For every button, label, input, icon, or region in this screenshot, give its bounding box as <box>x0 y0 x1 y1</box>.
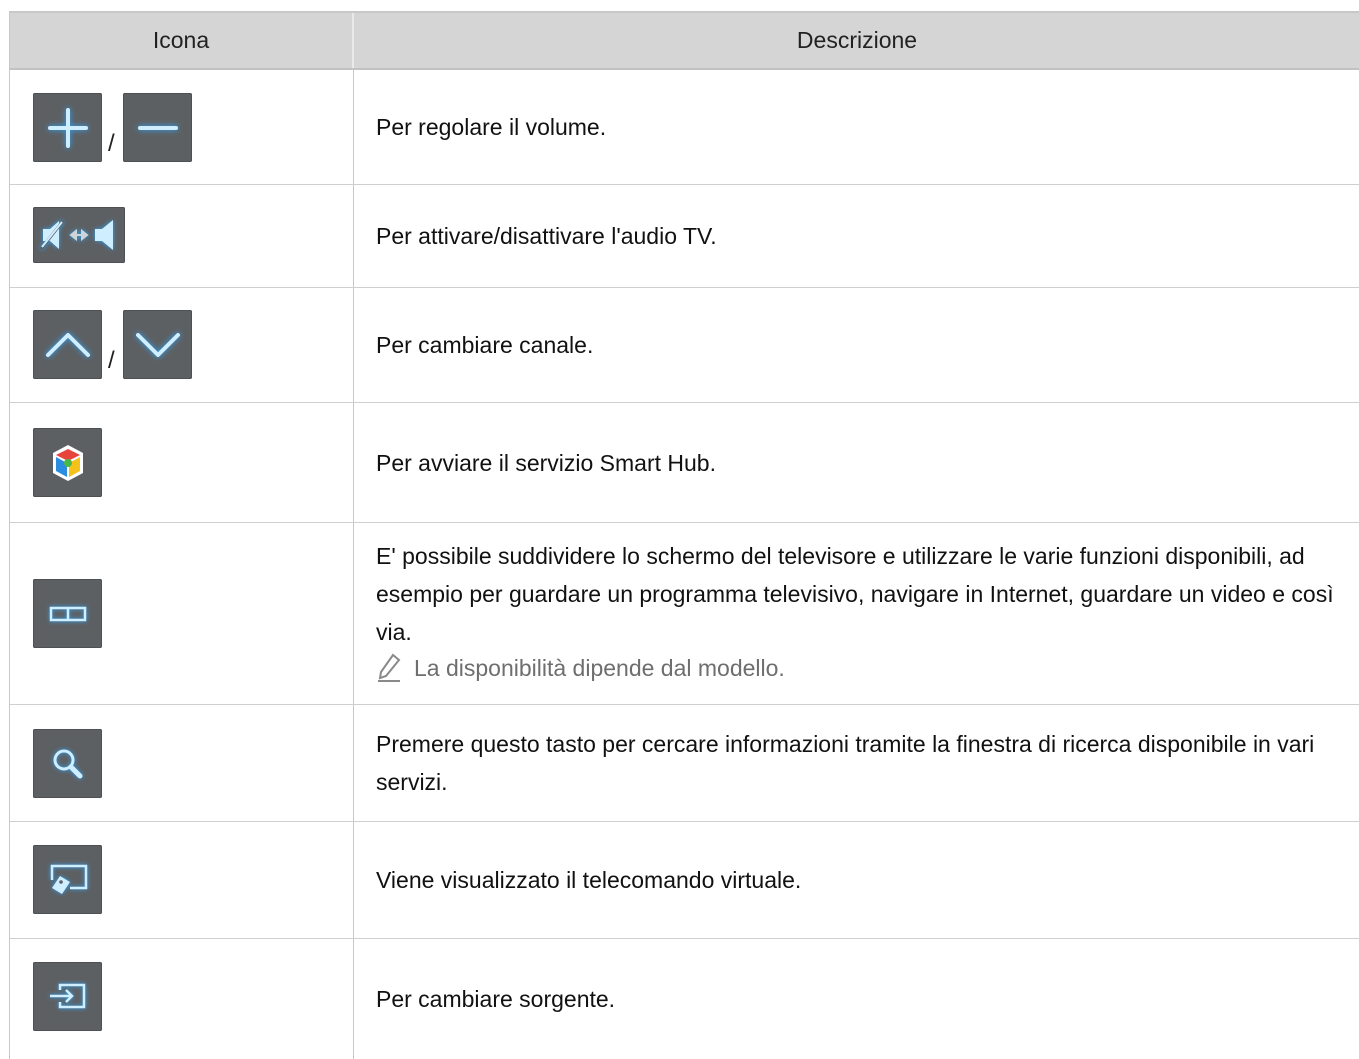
table-row: / Per regolare il volume. <box>10 70 1359 185</box>
remote-functions-table: Icona Descrizione / Per regolare il volu… <box>9 11 1359 1059</box>
table-row: / Per cambiare canale. <box>10 288 1359 403</box>
chevron-up-icon[interactable] <box>33 310 102 379</box>
table-row: Per avviare il servizio Smart Hub. <box>10 403 1359 523</box>
row-description: Per regolare il volume. <box>376 114 607 140</box>
smart-hub-icon[interactable] <box>33 428 102 497</box>
table-header: Icona Descrizione <box>10 13 1359 70</box>
table-row: E' possibile suddividere lo schermo del … <box>10 523 1359 705</box>
row-description: Per cambiare sorgente. <box>376 986 616 1012</box>
source-icon[interactable] <box>33 962 102 1031</box>
table-row: Premere questo tasto per cercare informa… <box>10 705 1359 822</box>
note: La disponibilità dipende dal modello. <box>376 651 1359 685</box>
table-row: Viene visualizzato il telecomando virtua… <box>10 822 1359 939</box>
row-description: Per avviare il servizio Smart Hub. <box>376 449 716 476</box>
row-description: Premere questo tasto per cercare informa… <box>376 731 1315 795</box>
chevron-down-icon[interactable] <box>123 310 192 379</box>
plus-icon[interactable] <box>33 93 102 162</box>
row-description: Per cambiare canale. <box>376 332 594 358</box>
minus-icon[interactable] <box>123 93 192 162</box>
row-description: Viene visualizzato il telecomando virtua… <box>376 867 802 893</box>
search-icon[interactable] <box>33 729 102 798</box>
pencil-icon <box>378 653 401 682</box>
row-description: Per attivare/disattivare l'audio TV. <box>376 223 717 249</box>
mute-toggle-icon[interactable] <box>33 207 125 263</box>
split-screen-icon[interactable] <box>33 579 102 648</box>
row-description: E' possibile suddividere lo schermo del … <box>376 543 1334 645</box>
virtual-remote-icon[interactable] <box>33 845 102 914</box>
header-description-column: Descrizione <box>796 27 918 53</box>
table-row: Per attivare/disattivare l'audio TV. <box>10 185 1359 288</box>
note-text: La disponibilità dipende dal modello. <box>414 655 785 681</box>
header-icon-column: Icona <box>10 13 354 68</box>
icon-separator: / <box>108 347 115 374</box>
table-row: Per cambiare sorgente. <box>10 939 1359 1059</box>
icon-separator: / <box>108 130 115 157</box>
